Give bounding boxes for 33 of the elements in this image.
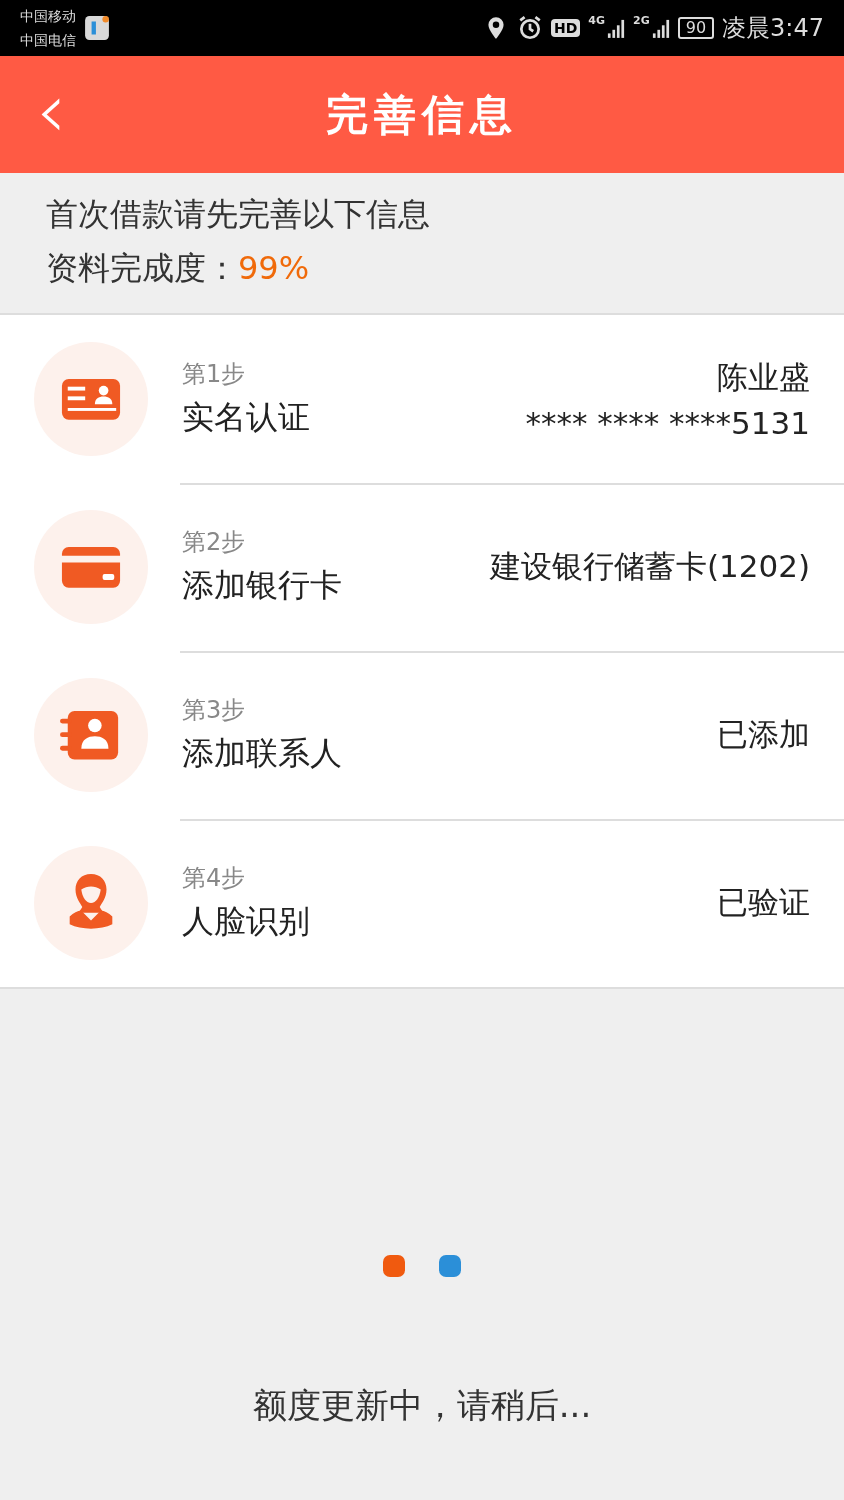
step-title: 人脸识别 [182, 901, 310, 942]
page-title: 完善信息 [326, 88, 518, 141]
intro-text: 首次借款请先完善以下信息 [46, 194, 431, 235]
step-number: 第3步 [182, 695, 247, 726]
progress-value: 99% [238, 248, 310, 289]
network-label: 2G [633, 14, 650, 27]
step-number: 第1步 [182, 359, 247, 390]
step-value: 陈业盛 [717, 358, 810, 397]
step-row[interactable]: 第4步 人脸识别 已验证 [0, 819, 844, 987]
step-title: 添加银行卡 [182, 565, 342, 606]
hd-badge: HD [551, 19, 581, 37]
step-value: **** **** ****5131 [525, 405, 810, 441]
carrier-name: 中国移动 [20, 7, 76, 26]
step-row[interactable]: 第2步 添加银行卡 建设银行储蓄卡(1202) [0, 483, 844, 651]
app-icon [84, 15, 110, 41]
step-row[interactable]: 第3步 添加联系人 已添加 [0, 651, 844, 819]
alarm-icon [517, 15, 543, 41]
id-card-icon [60, 376, 122, 422]
bank-card-icon [60, 544, 122, 590]
network-label: 4G [588, 14, 606, 27]
loading-message: 额度更新中，请稍后... [252, 1384, 592, 1427]
progress-label: 资料完成度： [46, 248, 238, 289]
step-title: 实名认证 [182, 397, 310, 438]
step-row[interactable]: 第1步 实名认证 陈业盛 **** **** ****5131 [0, 315, 844, 483]
step-title: 添加联系人 [182, 733, 342, 774]
clock-time: 凌晨3:47 [722, 13, 824, 44]
step-number: 第2步 [182, 527, 247, 558]
step-value: 已添加 [717, 715, 810, 754]
carrier-name: 中国电信 [20, 31, 76, 50]
step-number: 第4步 [182, 863, 247, 894]
battery-indicator: 90 [677, 17, 715, 39]
step-value: 已验证 [717, 883, 810, 922]
step-value: 建设银行储蓄卡(1202) [489, 547, 810, 586]
